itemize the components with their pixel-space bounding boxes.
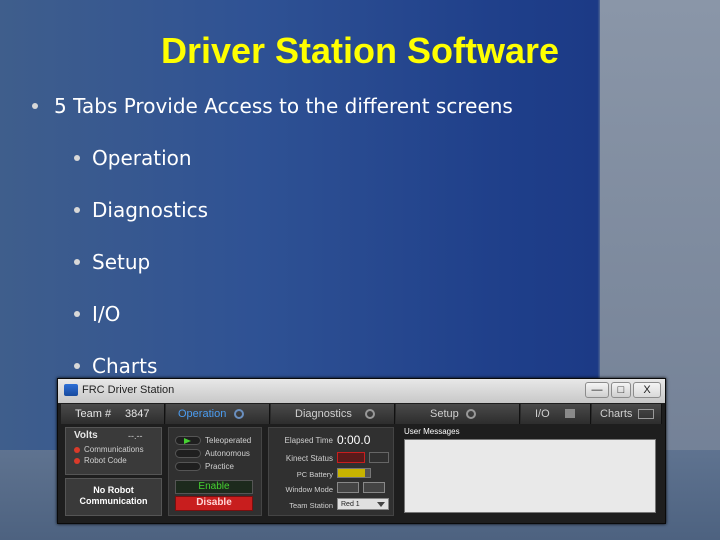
window-mode-label: Window Mode [285,485,333,494]
sub-bullet-text: Charts [92,354,158,378]
sub-bullet-text: Operation [92,146,192,170]
chevron-down-icon [377,502,385,507]
tab-setup-label: Setup [430,408,459,420]
disable-button[interactable]: Disable [175,496,253,511]
tab-charts-label: Charts [600,408,633,420]
tab-io-label: I/O [535,408,550,420]
user-messages-label: User Messages [404,427,460,436]
minimize-button[interactable]: — [585,382,609,398]
driver-station-window: FRC Driver Station — □ X Team # 3847 Ope… [57,378,666,524]
communications-status: Communications [74,445,144,454]
robot-code-status: Robot Code [74,456,127,465]
volts-label: Volts [74,430,98,441]
tab-io[interactable]: I/O [521,404,591,424]
no-robot-line2: Communication [79,496,148,506]
gear-icon [466,409,476,419]
tab-diagnostics[interactable]: Diagnostics [271,404,395,424]
main-bullet: 5 Tabs Provide Access to the different s… [32,94,513,118]
sub-bullet-setup: Setup [74,250,150,274]
app-icon [64,384,78,396]
mode-teleoperated[interactable]: Teleoperated [205,436,251,445]
bullet-icon [74,206,80,213]
bullet-icon [74,258,80,265]
pc-battery-bar [337,468,371,478]
no-robot-line1: No Robot [93,485,134,495]
sub-bullet-charts: Charts [74,354,157,378]
kinect-status-icon [337,452,365,463]
window-mode-normal-button[interactable] [337,482,359,493]
status-panel: Volts --.-- Communications Robot Code [65,427,162,475]
pc-battery-label: PC Battery [296,470,333,479]
window-titlebar[interactable]: FRC Driver Station — □ X [58,379,665,403]
sub-bullet-text: Diagnostics [92,198,209,222]
team-station-label: Team Station [289,501,333,510]
main-bullet-text: 5 Tabs Provide Access to the different s… [54,94,513,118]
chart-icon [638,409,654,419]
mode-indicator-autonomous[interactable] [175,449,201,458]
volts-value: --.-- [128,431,143,441]
communications-label: Communications [84,445,144,454]
sub-bullet-io: I/O [74,302,120,326]
sub-bullet-operation: Operation [74,146,192,170]
slide-title: Driver Station Software [160,30,560,71]
kinect-status-label: Kinect Status [285,454,333,463]
bullet-icon [74,362,80,369]
close-button[interactable]: X [633,382,661,398]
tab-charts[interactable]: Charts [592,404,662,424]
gear-icon [234,409,244,419]
mode-indicator-teleoperated[interactable] [175,436,201,445]
tab-bar: Team # 3847 Operation Diagnostics Setup … [61,404,662,424]
bullet-icon [74,310,80,317]
enable-button[interactable]: Enable [175,480,253,494]
sub-bullet-diagnostics: Diagnostics [74,198,208,222]
mode-practice[interactable]: Practice [205,462,234,471]
tab-setup[interactable]: Setup [396,404,520,424]
window-mode-docked-button[interactable] [363,482,385,493]
mode-indicator-practice[interactable] [175,462,201,471]
team-station-select[interactable]: Red 1 [337,498,389,510]
tab-diagnostics-label: Diagnostics [295,408,352,420]
mode-autonomous[interactable]: Autonomous [205,449,250,458]
pc-battery-fill [338,469,366,477]
status-led-icon [74,446,80,453]
tab-operation[interactable]: Operation [166,404,270,424]
tab-operation-label: Operation [178,408,227,420]
sub-bullet-text: I/O [92,302,121,326]
team-label: Team # [75,408,112,420]
fields-panel: Elapsed Time 0:00.0 Kinect Status PC Bat… [268,427,394,516]
bullet-icon [32,102,38,109]
io-icon [565,409,575,418]
kinect-skeleton-icon [369,452,389,463]
elapsed-time-label: Elapsed Time [284,436,333,445]
diagnostics-icon [365,409,375,419]
user-messages-box[interactable] [404,439,656,513]
status-led-icon [74,457,80,464]
team-number-tab[interactable]: Team # 3847 [61,404,165,424]
window-title: FRC Driver Station [82,384,175,396]
modes-panel: Teleoperated Autonomous Practice Enable … [168,427,262,516]
robot-code-label: Robot Code [84,456,127,465]
team-station-value: Red 1 [341,501,360,508]
team-number: 3847 [125,408,150,420]
elapsed-time-value: 0:00.0 [337,433,371,447]
sub-bullet-text: Setup [92,250,151,274]
robot-comm-panel: No Robot Communication [65,478,162,516]
maximize-button[interactable]: □ [611,382,631,398]
bullet-icon [74,154,80,161]
